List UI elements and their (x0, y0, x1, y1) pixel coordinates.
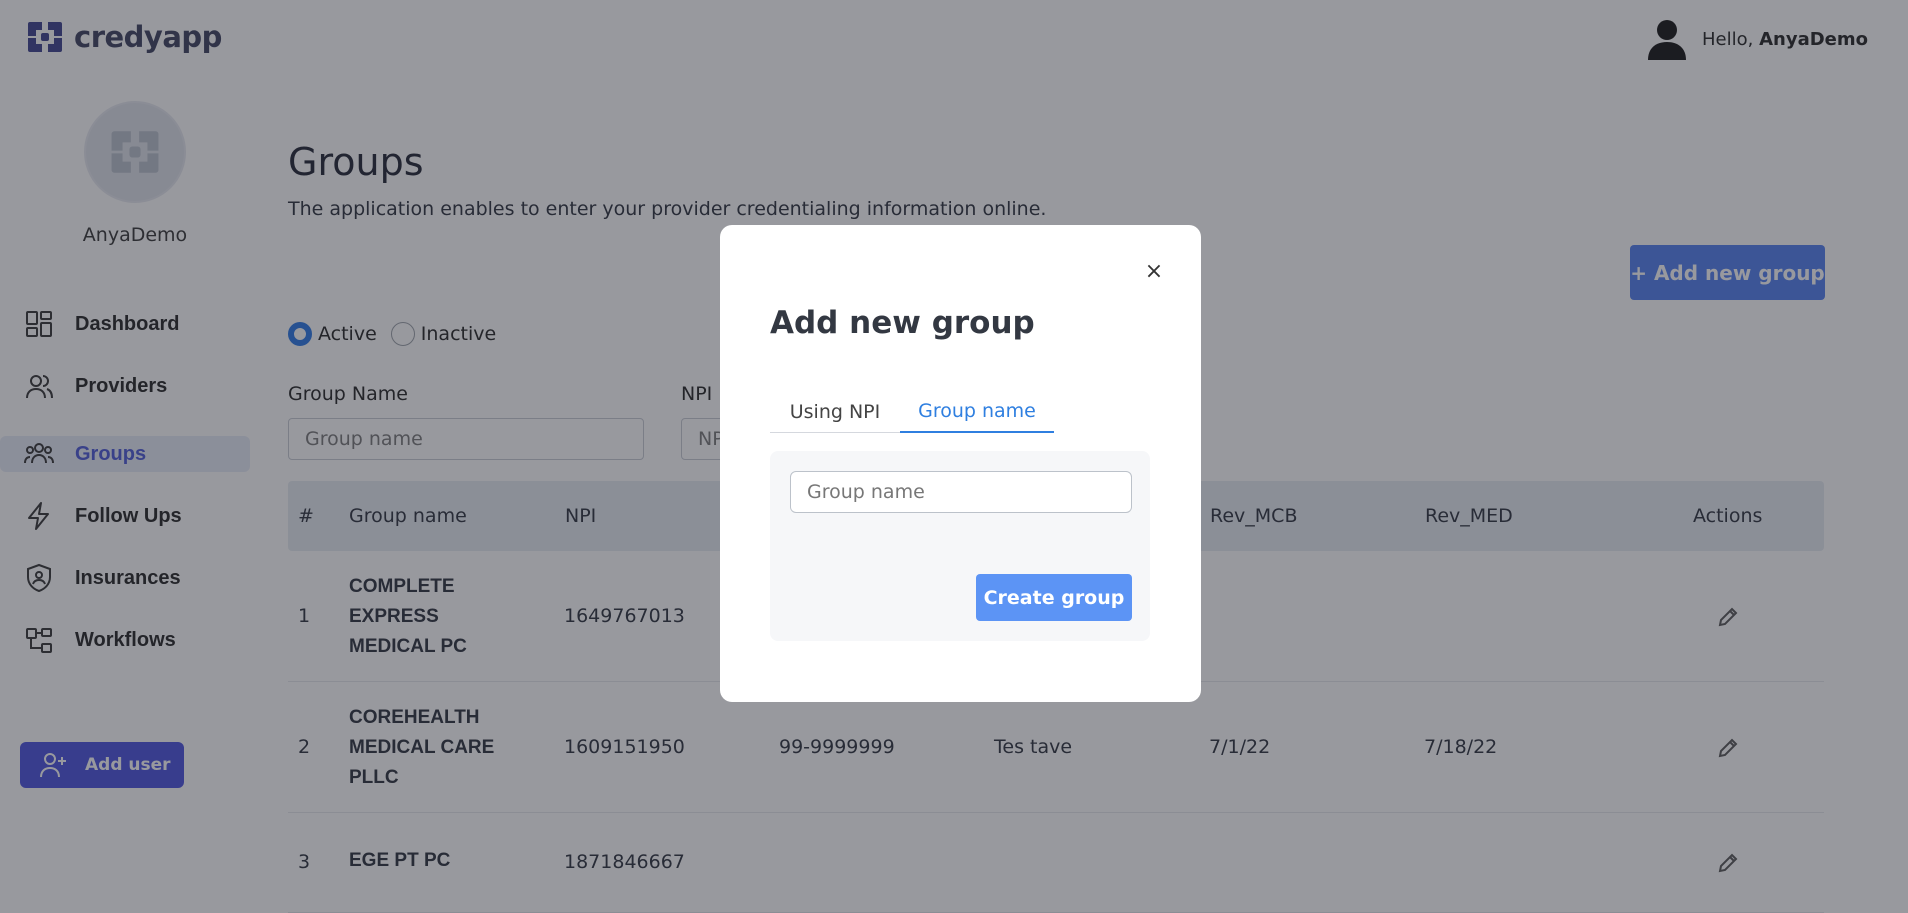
create-group-button[interactable]: Create group (976, 574, 1132, 621)
tab-group-name[interactable]: Group name (900, 391, 1054, 433)
modal-title: Add new group (770, 305, 1035, 341)
add-group-modal: × Add new group Using NPI Group name Gro… (720, 225, 1201, 702)
group-name-input[interactable]: Group name (790, 471, 1132, 513)
tab-using-npi[interactable]: Using NPI (770, 391, 900, 433)
close-icon[interactable]: × (1142, 259, 1166, 284)
group-name-tab-panel: Group name Create group (770, 451, 1150, 641)
modal-tabs: Using NPI Group name (770, 391, 1150, 433)
